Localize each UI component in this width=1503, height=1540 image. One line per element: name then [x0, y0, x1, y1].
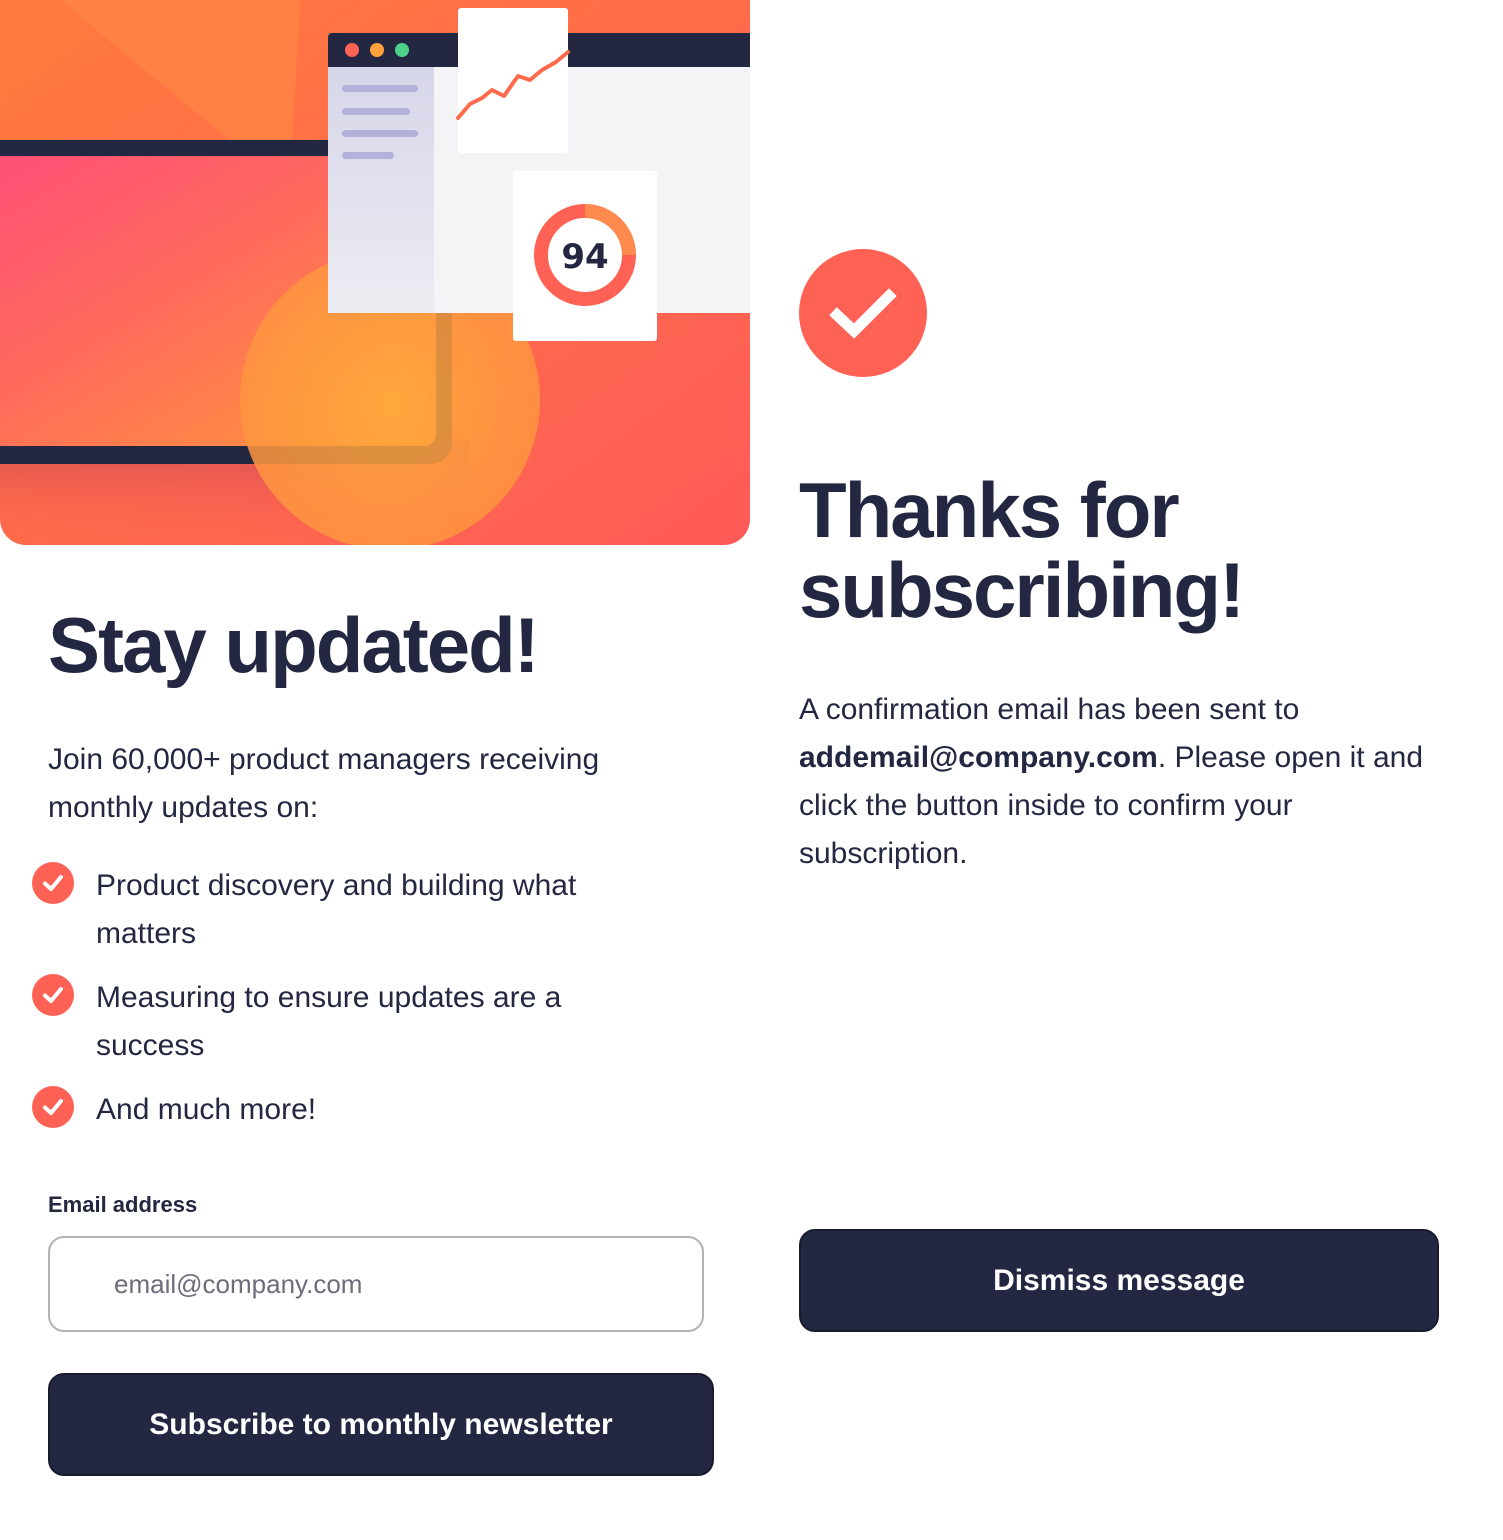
check-icon: [32, 1086, 74, 1128]
success-title: Thanks for subscribing!: [799, 466, 1245, 634]
confirmation-text-before: A confirmation email has been sent to: [799, 693, 1300, 726]
subscribe-button[interactable]: Subscribe to monthly newsletter: [48, 1373, 714, 1476]
benefit-text: And much more!: [96, 1093, 317, 1126]
dismiss-button[interactable]: Dismiss message: [799, 1229, 1439, 1332]
benefit-item: And much more!: [32, 1086, 672, 1134]
benefit-text: Measuring to ensure updates are a succes…: [96, 981, 562, 1062]
benefit-item: Product discovery and building what matt…: [32, 862, 672, 958]
benefit-item: Measuring to ensure updates are a succes…: [32, 974, 672, 1070]
signup-intro: Join 60,000+ product managers receiving …: [48, 743, 600, 824]
benefit-list: Product discovery and building what matt…: [32, 862, 672, 1150]
confirmation-text: A confirmation email has been sent to ad…: [799, 686, 1449, 878]
check-icon: [32, 862, 74, 904]
newsletter-page: 94 Stay updated! Join 60,000+ product ma…: [0, 0, 1503, 1540]
check-icon: [32, 974, 74, 1016]
email-label: Email address: [48, 1192, 198, 1217]
hero-illustration: 94: [0, 0, 750, 545]
email-input[interactable]: [48, 1236, 704, 1332]
hero-score-value: 94: [561, 237, 608, 277]
confirmation-email: addemail@company.com: [799, 741, 1158, 774]
signup-title: Stay updated!: [48, 601, 540, 689]
success-check-icon: [799, 249, 927, 377]
benefit-text: Product discovery and building what matt…: [96, 869, 577, 950]
